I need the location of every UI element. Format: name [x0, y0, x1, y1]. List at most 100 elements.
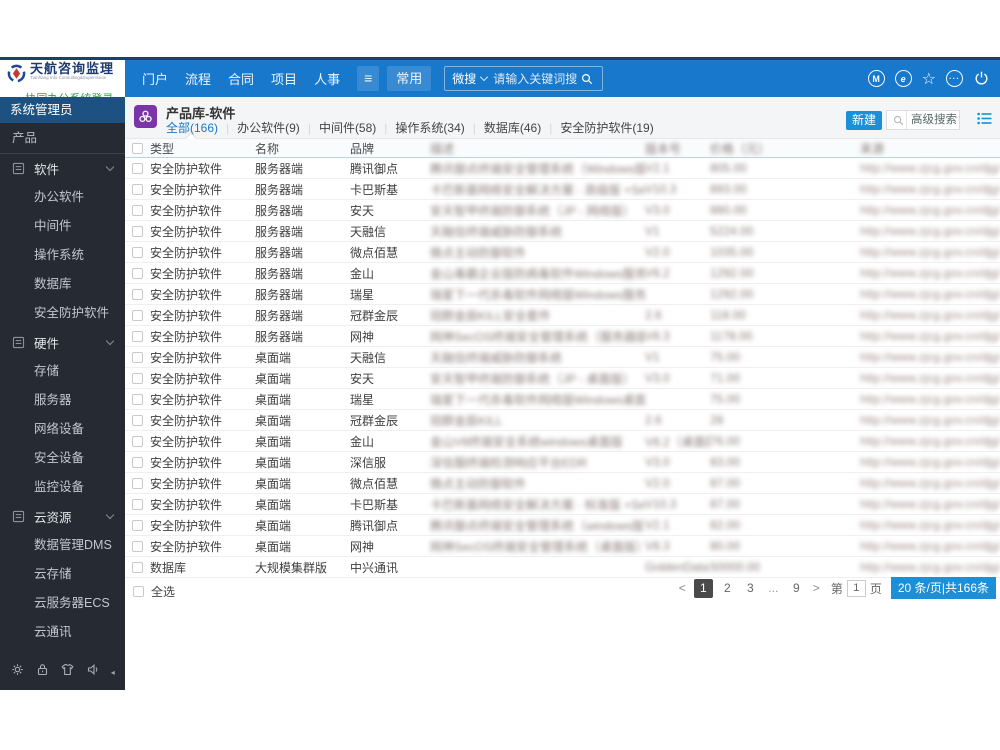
sidebar-item-监控设备[interactable]: 监控设备 — [0, 473, 125, 502]
table-row[interactable]: 安全防护软件 服务器端 金山 金山毒霸企业版防病毒软件Windows服务器版V8.2 1… — [125, 263, 1000, 284]
row-checkbox[interactable] — [132, 288, 143, 300]
sidebar-item-办公软件[interactable]: 办公软件 — [0, 183, 125, 212]
table-row[interactable]: 安全防护软件 服务器端 瑞星 瑞星下一代杀毒软件网络版Windows服务器版 1292.… — [125, 284, 1000, 305]
row-checkbox[interactable] — [132, 204, 143, 216]
table-row[interactable]: 安全防护软件 服务器端 冠群金辰 冠群金辰KILL安全套件 2.6 118.00 http:… — [125, 305, 1000, 326]
collapse-arrow-icon[interactable]: ◂ — [111, 668, 115, 677]
table-row[interactable]: 安全防护软件 桌面端 冠群金辰 冠群金辰KILL 2.6 28 http://www.zjc… — [125, 410, 1000, 431]
page-button-9[interactable]: 9 — [788, 581, 805, 595]
m-circle-icon[interactable]: M — [867, 70, 885, 87]
theme-shirt-icon[interactable] — [60, 662, 75, 682]
list-view-icon[interactable] — [977, 112, 992, 125]
row-checkbox[interactable] — [132, 330, 143, 342]
header-checkbox[interactable] — [132, 142, 143, 154]
tab-中间件(58)[interactable]: 中间件(58) — [319, 119, 376, 136]
sidebar-item-安全设备[interactable]: 安全设备 — [0, 444, 125, 473]
table-row[interactable]: 安全防护软件 服务器端 安天 安天智甲终端防御系统（JP - 网络版） V3.0 880.… — [125, 200, 1000, 221]
cell-type: 安全防护软件 — [150, 182, 223, 197]
new-button[interactable]: 新建 — [846, 111, 882, 130]
nav-more-grid-icon[interactable]: ≡ — [357, 66, 380, 91]
table-row[interactable]: 安全防护软件 桌面端 卡巴斯基 卡巴斯基网络安全解决方案 · 标准版 +Ser... V… — [125, 494, 1000, 515]
page-button-1[interactable]: 1 — [693, 578, 713, 598]
table-row[interactable]: 安全防护软件 桌面端 瑞星 瑞星下一代杀毒软件网络版Windows桌面版 75.00 ht… — [125, 389, 1000, 410]
sidebar-item-服务器[interactable]: 服务器 — [0, 386, 125, 415]
row-checkbox[interactable] — [132, 267, 143, 279]
tab-办公软件(9)[interactable]: 办公软件(9) — [237, 119, 300, 136]
table-row[interactable]: 安全防护软件 桌面端 深信服 深信服终端检测响应平台EDR V3.0 83.00 http:… — [125, 452, 1000, 473]
row-checkbox[interactable] — [132, 456, 143, 468]
global-search-input[interactable] — [493, 71, 580, 86]
sidebar-item-中间件[interactable]: 中间件 — [0, 212, 125, 241]
sidebar-item-云服务器ECS[interactable]: 云服务器ECS — [0, 589, 125, 618]
sidebar-item-安全防护软件[interactable]: 安全防护软件 — [0, 299, 125, 328]
row-checkbox[interactable] — [132, 540, 143, 552]
row-checkbox[interactable] — [132, 183, 143, 195]
table-row[interactable]: 安全防护软件 桌面端 安天 安天智甲终端防御系统（JP - 桌面版） V3.0 71.00… — [125, 368, 1000, 389]
search-icon[interactable] — [581, 73, 593, 85]
row-checkbox[interactable] — [132, 225, 143, 237]
table-row[interactable]: 安全防护软件 桌面端 天融信 天融信终端威胁防御系统 V1 75.00 http://www… — [125, 347, 1000, 368]
sidebar-item-数据库[interactable]: 数据库 — [0, 270, 125, 299]
lock-icon[interactable] — [35, 662, 50, 682]
sidebar-group-硬件[interactable]: 硬件 — [0, 328, 125, 357]
nav-item-common[interactable]: 常用 — [387, 66, 432, 91]
page-jump-input[interactable]: 1 — [846, 579, 866, 597]
more-circle-icon[interactable]: ··· — [946, 70, 963, 87]
sidebar-item-存储[interactable]: 存储 — [0, 357, 125, 386]
sidebar-item-网络设备[interactable]: 网络设备 — [0, 415, 125, 444]
table-row[interactable]: 安全防护软件 桌面端 网神 网神SecOS终端安全管理系统（桌面版） V8.3 80.00… — [125, 536, 1000, 557]
sound-icon[interactable] — [86, 662, 101, 682]
row-checkbox[interactable] — [132, 414, 143, 426]
sidebar-item-数据管理DMS[interactable]: 数据管理DMS — [0, 531, 125, 560]
sidebar-section-products[interactable]: 产品 — [0, 123, 125, 154]
table-row[interactable]: 安全防护软件 服务器端 腾讯御点 腾讯御点终端安全管理系统（Windows版） V2.1… — [125, 158, 1000, 179]
sidebar-item-操作系统[interactable]: 操作系统 — [0, 241, 125, 270]
table-row[interactable]: 安全防护软件 服务器端 微点佰慧 微点主动防御软件 V2.0 1035.00 http://… — [125, 242, 1000, 263]
row-checkbox[interactable] — [132, 498, 143, 510]
table-row[interactable]: 安全防护软件 桌面端 金山 金山V8终端安全系统windows桌面版 V8.2（桌面版）… — [125, 431, 1000, 452]
table-row[interactable]: 安全防护软件 服务器端 卡巴斯基 卡巴斯基网络安全解决方案 · 高级版 +Ser...… — [125, 179, 1000, 200]
row-checkbox[interactable] — [132, 393, 143, 405]
table-row[interactable]: 安全防护软件 服务器端 天融信 天融信终端威胁防御系统 V1 5224.00 http://… — [125, 221, 1000, 242]
sidebar-group-云资源[interactable]: 云资源 — [0, 502, 125, 531]
tab-安全防护软件(19)[interactable]: 安全防护软件(19) — [560, 119, 653, 136]
row-checkbox[interactable] — [132, 519, 143, 531]
nav-item-合同[interactable]: 合同 — [228, 69, 254, 88]
tab-数据库(46)[interactable]: 数据库(46) — [484, 119, 541, 136]
row-checkbox[interactable] — [132, 435, 143, 447]
table-row[interactable]: 安全防护软件 桌面端 微点佰慧 微点主动防御软件 V2.0 87.00 http://www… — [125, 473, 1000, 494]
nav-item-人事[interactable]: 人事 — [314, 69, 340, 88]
nav-item-门户[interactable]: 门户 — [142, 69, 168, 88]
row-checkbox[interactable] — [132, 309, 143, 321]
next-page-button[interactable]: > — [813, 581, 820, 595]
row-checkbox[interactable] — [132, 246, 143, 258]
row-checkbox[interactable] — [132, 561, 143, 573]
advanced-search-button[interactable]: 高级搜索 — [906, 111, 961, 129]
table-row[interactable]: 安全防护软件 服务器端 网神 网神SecOS终端安全管理系统（服务器版） V8.3 117… — [125, 326, 1000, 347]
row-checkbox[interactable] — [132, 351, 143, 363]
page-button-2[interactable]: 2 — [719, 581, 736, 595]
nav-item-项目[interactable]: 项目 — [271, 69, 297, 88]
e-circle-icon[interactable]: e — [894, 70, 912, 87]
sidebar-item-云存储[interactable]: 云存储 — [0, 560, 125, 589]
nav-item-流程[interactable]: 流程 — [185, 69, 211, 88]
tab-操作系统(34)[interactable]: 操作系统(34) — [395, 119, 464, 136]
table-row[interactable]: 数据库 大规模集群版 中兴通讯 GoldenData s...50000.00 http… — [125, 557, 1000, 578]
search-icon[interactable] — [893, 115, 904, 126]
table-row[interactable]: 安全防护软件 桌面端 腾讯御点 腾讯御点终端安全管理系统（windows版）V2.1V… — [125, 515, 1000, 536]
search-scope-selector[interactable]: 微搜 — [452, 70, 476, 87]
page-size-badge[interactable]: 20 条/页|共166条 — [890, 577, 996, 599]
cell-brand: 卡巴斯基 — [350, 497, 399, 512]
star-icon[interactable]: ☆ — [922, 69, 936, 89]
prev-page-button[interactable]: < — [679, 581, 686, 595]
power-icon[interactable] — [973, 70, 990, 87]
page-button-3[interactable]: 3 — [742, 581, 759, 595]
sidebar-group-软件[interactable]: 软件 — [0, 154, 125, 183]
row-checkbox[interactable] — [132, 477, 143, 489]
sidebar-item-云通讯[interactable]: 云通讯 — [0, 618, 125, 647]
row-checkbox[interactable] — [132, 162, 143, 174]
gear-icon[interactable] — [10, 662, 25, 682]
row-checkbox[interactable] — [132, 372, 143, 384]
select-all-checkbox[interactable] — [133, 586, 144, 597]
table-search-input[interactable] — [887, 114, 891, 126]
